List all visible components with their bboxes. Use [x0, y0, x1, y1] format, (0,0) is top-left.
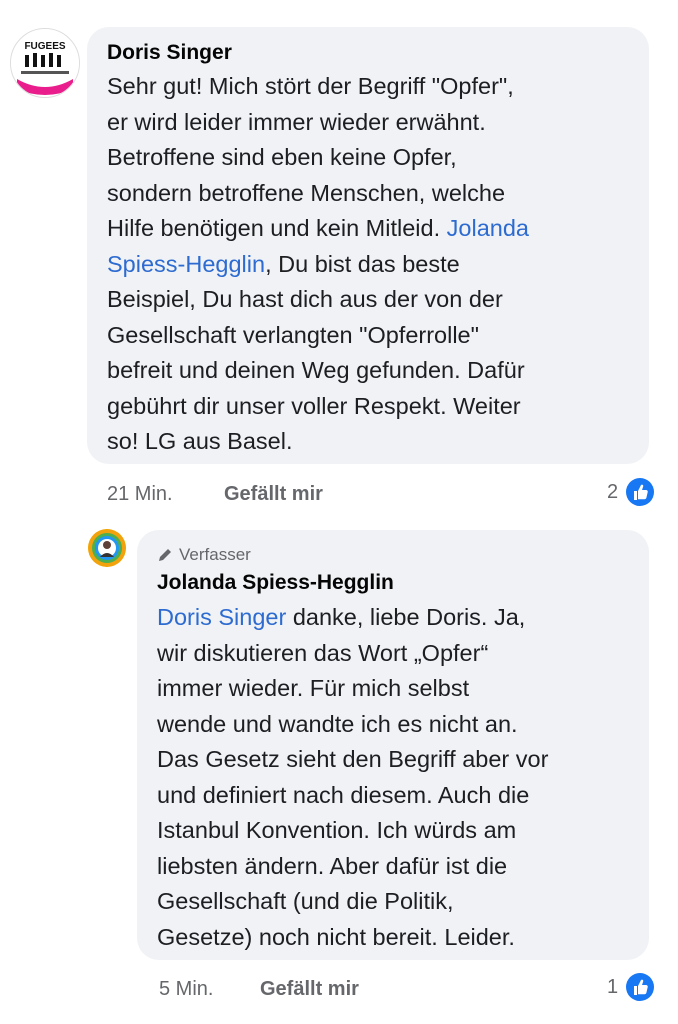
comment-text-segment: Gesellschaft (und die Politik,: [157, 888, 454, 914]
comment-text-segment: liebsten ändern. Aber dafür ist die: [157, 852, 508, 879]
comment-text-segment: Gesetze) noch nicht bereit. Leider.: [157, 923, 515, 950]
comment-line: Gesellschaft verlangten "Opferrolle": [107, 318, 529, 354]
comment-line: Hilfe benötigen und kein Mitleid. Joland…: [107, 211, 529, 247]
comment-text-segment: danke, liebe Doris. Ja,: [286, 604, 526, 630]
mention-link[interactable]: Doris Singer: [157, 604, 286, 630]
comment-text-doris: Sehr gut! Mich stört der Begriff "Opfer"…: [107, 69, 529, 460]
mention-link[interactable]: Spiess-Hegglin: [107, 251, 265, 277]
comment-line: wir diskutieren das Wort „Opfer“: [157, 636, 548, 672]
comment-line: so! LG aus Basel.: [107, 424, 529, 460]
comment-text-segment: gebührt dir unser voller Respekt. Weiter: [107, 392, 521, 419]
comment-text-segment: so! LG aus Basel.: [107, 428, 293, 454]
comment-time-doris[interactable]: 21 Min.: [107, 483, 173, 506]
comment-text-segment: er wird leider immer wieder erwähnt.: [107, 108, 486, 135]
reaction-count-jolanda[interactable]: 1: [607, 976, 618, 999]
author-badge: Verfasser: [157, 545, 251, 565]
comment-line: Spiess-Hegglin, Du bist das beste: [107, 247, 529, 283]
doris-singer-avatar[interactable]: FUGEES: [10, 28, 80, 98]
pencil-icon: [159, 549, 171, 561]
comment-text-segment: Hilfe benötigen und kein Mitleid.: [107, 215, 447, 241]
comment-text-segment: Istanbul Konvention. Ich würds am: [157, 817, 517, 843]
comment-line: gebührt dir unser voller Respekt. Weiter: [107, 389, 529, 425]
comment-author-doris[interactable]: Doris Singer: [107, 41, 232, 65]
comment-line: Gesellschaft (und die Politik,: [157, 884, 548, 920]
comment-text-segment: wende und wandte ich es nicht an.: [157, 710, 518, 737]
comment-line: und definiert nach diesem. Auch die: [157, 778, 548, 814]
comment-text-segment: Betroffene sind eben keine Opfer,: [107, 144, 457, 170]
comment-text-jolanda: Doris Singer danke, liebe Doris. Ja, wir …: [157, 600, 548, 955]
comment-text-segment: Sehr gut! Mich stört der Begriff "Opfer"…: [107, 73, 514, 99]
comment-line: befreit und deinen Weg gefunden. Dafür: [107, 353, 529, 389]
comment-line: Das Gesetz sieht den Begriff aber vor: [157, 742, 548, 778]
comment-text-segment: immer wieder. Für mich selbst: [157, 675, 470, 701]
comment-line: liebsten ändern. Aber dafür ist die: [157, 849, 548, 885]
comment-text-segment: und definiert nach diesem. Auch die: [157, 781, 530, 808]
like-reaction-icon: [626, 478, 654, 506]
comment-time-jolanda[interactable]: 5 Min.: [159, 978, 213, 1001]
like-button-doris[interactable]: Gefällt mir: [224, 483, 323, 506]
comment-text-segment: Gesellschaft verlangten "Opferrolle": [107, 321, 479, 348]
like-button-jolanda[interactable]: Gefällt mir: [260, 978, 359, 1001]
comment-line: immer wieder. Für mich selbst: [157, 671, 548, 707]
comment-text-segment: befreit und deinen Weg gefunden. Dafür: [107, 357, 525, 383]
comment-text-segment: sondern betroffene Menschen, welche: [107, 179, 506, 206]
comment-line: Betroffene sind eben keine Opfer,: [107, 140, 529, 176]
like-reaction-icon: [626, 973, 654, 1001]
svg-text:FUGEES: FUGEES: [24, 41, 65, 52]
rainbow-portrait-icon: [88, 529, 126, 567]
comment-line: Beispiel, Du hast dich aus der von der: [107, 282, 529, 318]
comment-line: Doris Singer danke, liebe Doris. Ja,: [157, 600, 548, 636]
comment-text-segment: Beispiel, Du hast dich aus der von der: [107, 286, 503, 312]
comment-author-jolanda[interactable]: Jolanda Spiess-Hegglin: [157, 571, 394, 595]
comment-line: Sehr gut! Mich stört der Begriff "Opfer"…: [107, 69, 529, 105]
comment-line: sondern betroffene Menschen, welche: [107, 176, 529, 212]
comment-line: Istanbul Konvention. Ich würds am: [157, 813, 548, 849]
comment-text-segment: wir diskutieren das Wort „Opfer“: [157, 639, 489, 666]
comment-line: Gesetze) noch nicht bereit. Leider.: [157, 920, 548, 956]
jolanda-avatar[interactable]: [88, 529, 126, 567]
comment-text-segment: Das Gesetz sieht den Begriff aber vor: [157, 746, 549, 772]
refugees-logo-icon: FUGEES: [11, 29, 79, 97]
mention-link[interactable]: Jolanda: [447, 215, 529, 241]
comment-line: wende und wandte ich es nicht an.: [157, 707, 548, 743]
reaction-count-doris[interactable]: 2: [607, 481, 618, 504]
comment-line: er wird leider immer wieder erwähnt.: [107, 105, 529, 141]
comment-text-segment: , Du bist das beste: [265, 250, 460, 277]
author-badge-label: Verfasser: [179, 545, 251, 564]
